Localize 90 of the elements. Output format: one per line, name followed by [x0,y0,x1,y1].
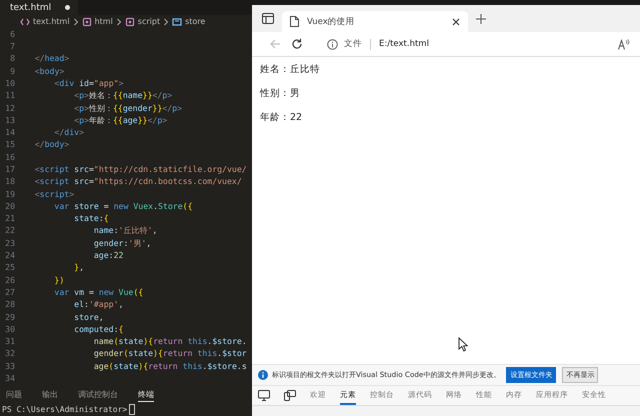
breadcrumb-item[interactable]: store [185,17,206,26]
code-line: age(state){return this.$store.s [92,360,247,372]
code-line: computed:{ [73,322,124,336]
code-line: <script src="http://cdn.staticfile.org/vue/ [34,162,247,176]
sidebar-icon[interactable] [262,13,274,24]
line-number: 27 [4,286,15,298]
line-number: 17 [4,162,15,176]
code-line: <p>年龄：{{age}}</p> [73,114,168,126]
code-line: </div> [53,126,84,138]
line-number: 14 [4,126,15,138]
line-number: 20 [4,200,15,212]
code-line: var store = new Vuex.Store({ [53,200,193,212]
line-number: 13 [4,114,15,126]
code-line: <p>性别：{{gender}}</p> [73,102,182,114]
code-line: gender:'男', [92,236,152,250]
code-line: </body> [34,138,70,151]
page-icon [290,16,299,27]
breadcrumb-item[interactable]: text.html [33,17,70,26]
variable-icon [172,16,182,26]
line-number: 24 [4,249,15,262]
info-icon [258,370,268,380]
terminal-prompt: PS C:\Users\Administrator> [2,404,128,414]
code-line: <div id="app"> [53,76,124,90]
code-line: name:'丘比特', [92,224,158,237]
line-number: 34 [4,372,15,384]
code-line: el:'#app', [73,298,124,311]
address-bar[interactable]: 文件 E:/text.html [313,35,608,53]
panel-tab[interactable]: 输出 [42,388,58,402]
line-number: 15 [4,138,15,151]
panel-tab[interactable]: 问题 [6,388,22,402]
line-number: 30 [4,322,15,336]
panel-tab[interactable]: 终端 [138,388,154,402]
breadcrumb-item[interactable]: script [138,17,160,26]
line-number: 18 [4,175,15,188]
refresh-icon[interactable] [291,38,303,50]
code-line: store, [73,310,104,323]
line-number: 21 [4,212,15,224]
line-number: 28 [4,298,15,311]
read-aloud-icon[interactable] [618,38,630,50]
line-number: 12 [4,102,15,114]
line-number: 9 [9,64,15,77]
line-number: 22 [4,224,15,237]
terminal-cursor [129,404,136,415]
line-number: 8 [9,52,15,65]
code-line: <p>姓名：{{name}}</p> [73,89,172,102]
chevron-right-icon [116,16,122,26]
chevron-right-icon [163,16,170,26]
device-screen-icon[interactable] [258,390,270,401]
editor-tab[interactable]: text.html [0,0,78,16]
devices-icon[interactable] [284,390,296,401]
line-number: 6 [9,28,15,40]
line-number: 19 [4,188,15,200]
page-text: 性别：男 [260,88,301,100]
code-line: }) [53,274,64,286]
code-line: }, [73,261,84,274]
panel-tab[interactable]: 调试控制台 [78,388,118,402]
info-icon [327,38,338,50]
line-number: 7 [9,40,15,52]
code-line: state:{ [73,212,109,224]
close-icon[interactable] [452,18,460,26]
code-line: var vm = new Vue({ [53,286,144,298]
url-text: E:/text.html [379,39,429,49]
line-number: 32 [4,347,15,360]
line-number: 10 [4,76,15,90]
code-line: <script> [34,188,74,200]
code-line: name(state){return this.$store. [92,335,247,348]
mouse-pointer-icon [458,337,468,352]
chevron-right-icon [72,16,79,26]
code-brackets-icon [20,16,30,26]
cube-icon [82,16,92,26]
line-number: 33 [4,360,15,372]
code-line: <script src="https://cdn.bootcss.com/vuex/ [34,175,242,188]
line-number: 23 [4,236,15,250]
line-number: 26 [4,274,15,286]
page-text: 姓名：丘比特 [260,64,321,76]
plus-icon[interactable] [476,14,486,24]
line-number: 16 [4,150,15,163]
page-text: 年龄：22 [260,112,304,124]
line-number: 29 [4,310,15,323]
code-line: gender(state){return this.$stor [92,347,247,360]
code-line: age:22 [92,249,124,262]
line-number: 25 [4,261,15,274]
security-label: 文件 [344,38,362,50]
cube-icon [124,16,135,26]
code-line: </head> [34,52,70,65]
line-number: 31 [4,335,15,348]
breadcrumb-item[interactable]: html [94,17,113,26]
browser-tab[interactable]: Vuex的使用 [282,11,468,32]
code-line: <body> [34,64,64,77]
line-number: 11 [4,89,15,102]
